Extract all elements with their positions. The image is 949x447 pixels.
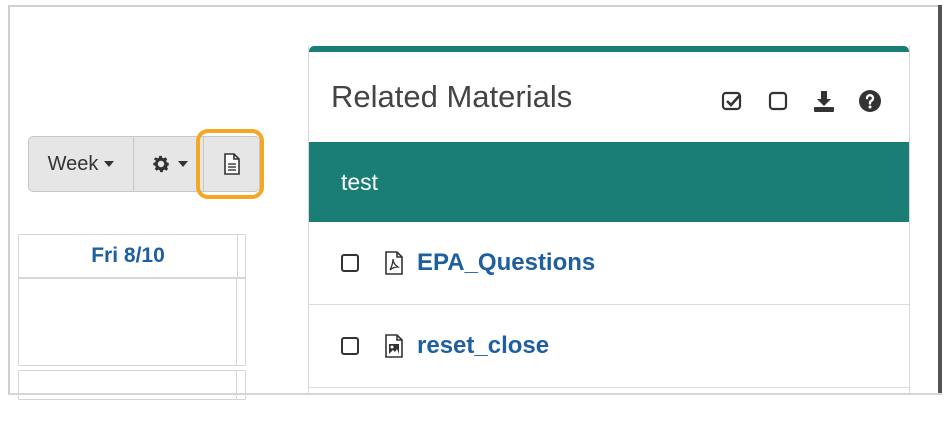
select-all-button[interactable] — [719, 88, 745, 114]
panel-header-actions — [719, 88, 883, 114]
item-checkbox[interactable] — [341, 337, 359, 355]
pdf-file-icon — [381, 250, 407, 276]
list-item[interactable]: reset_close — [309, 305, 909, 388]
item-link[interactable]: reset_close — [417, 332, 549, 360]
week-view-dropdown[interactable]: Week — [28, 136, 134, 192]
question-circle-icon — [859, 90, 881, 112]
chevron-down-icon — [104, 161, 115, 167]
calendar-cell[interactable] — [18, 278, 246, 366]
image-file-icon — [381, 333, 407, 359]
panel-title: Related Materials — [331, 79, 573, 114]
settings-dropdown[interactable] — [134, 136, 204, 192]
deselect-all-button[interactable] — [765, 88, 791, 114]
day-label[interactable]: Fri 8/10 — [19, 235, 238, 277]
checked-checkbox-icon — [721, 91, 742, 111]
frame-top-border — [8, 5, 940, 7]
week-label: Week — [47, 152, 99, 175]
list-item[interactable]: EPA_Questions — [309, 222, 909, 305]
section-title: test — [341, 168, 379, 195]
item-link[interactable]: EPA_Questions — [417, 249, 595, 277]
related-materials-panel: Related Materials test EPA_Questions res… — [308, 46, 910, 393]
frame-left-border — [8, 5, 10, 395]
help-button[interactable] — [857, 88, 883, 114]
calendar-day-header: Fri 8/10 — [18, 234, 246, 278]
download-icon — [814, 91, 834, 112]
panel-header: Related Materials — [309, 52, 909, 142]
frame-right-border — [938, 5, 942, 395]
cell-divider — [236, 279, 237, 365]
highlight-outline — [196, 129, 264, 199]
gear-icon — [152, 155, 170, 173]
empty-checkbox-icon — [768, 91, 788, 111]
cell-divider — [236, 371, 237, 399]
chevron-down-icon — [177, 161, 188, 167]
calendar-cell[interactable] — [18, 370, 246, 400]
download-button[interactable] — [811, 88, 837, 114]
section-header[interactable]: test — [309, 142, 909, 222]
item-checkbox[interactable] — [341, 254, 359, 272]
